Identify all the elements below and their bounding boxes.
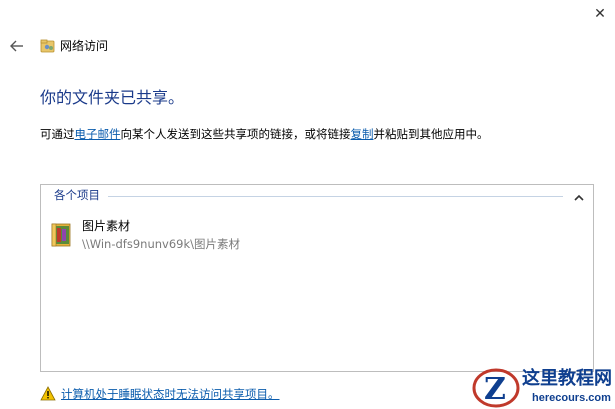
collapse-chevron-icon[interactable] <box>573 189 585 201</box>
item-name: 图片素材 <box>82 219 131 233</box>
share-description: 可通过电子邮件向某个人发送到这些共享项的链接，或将链接复制并粘贴到其他应用中。 <box>40 125 489 143</box>
copy-link[interactable]: 复制 <box>351 127 374 141</box>
close-button[interactable]: ✕ <box>592 6 608 22</box>
shared-items-panel <box>40 184 594 372</box>
shared-item[interactable]: 图片素材 \\Win-dfs9nunv69k\图片素材 <box>50 216 350 256</box>
group-label: 各个项目 <box>54 188 100 202</box>
item-path: \\Win-dfs9nunv69k\图片素材 <box>82 237 240 251</box>
page-heading: 你的文件夹已共享。 <box>40 88 185 107</box>
email-link[interactable]: 电子邮件 <box>75 127 121 141</box>
warning-icon <box>40 386 56 401</box>
svg-text:Z: Z <box>484 372 506 407</box>
back-arrow-icon[interactable] <box>8 37 26 55</box>
description-middle: 向某个人发送到这些共享项的链接，或将链接 <box>120 127 351 141</box>
description-suffix: 并粘贴到其他应用中。 <box>373 127 489 141</box>
folder-icon <box>50 220 74 248</box>
description-prefix: 可通过 <box>40 127 75 141</box>
watermark-url: herecours.com <box>532 392 611 404</box>
sleep-warning-link[interactable]: 计算机处于睡眠状态时无法访问共享项目。 <box>61 386 280 402</box>
group-divider <box>108 196 563 197</box>
window-title: 网络访问 <box>60 39 109 53</box>
network-share-icon <box>40 38 56 54</box>
watermark-text: 这里教程网 <box>522 368 612 389</box>
watermark-logo: Z 这里教程网 herecours.com <box>470 366 615 409</box>
